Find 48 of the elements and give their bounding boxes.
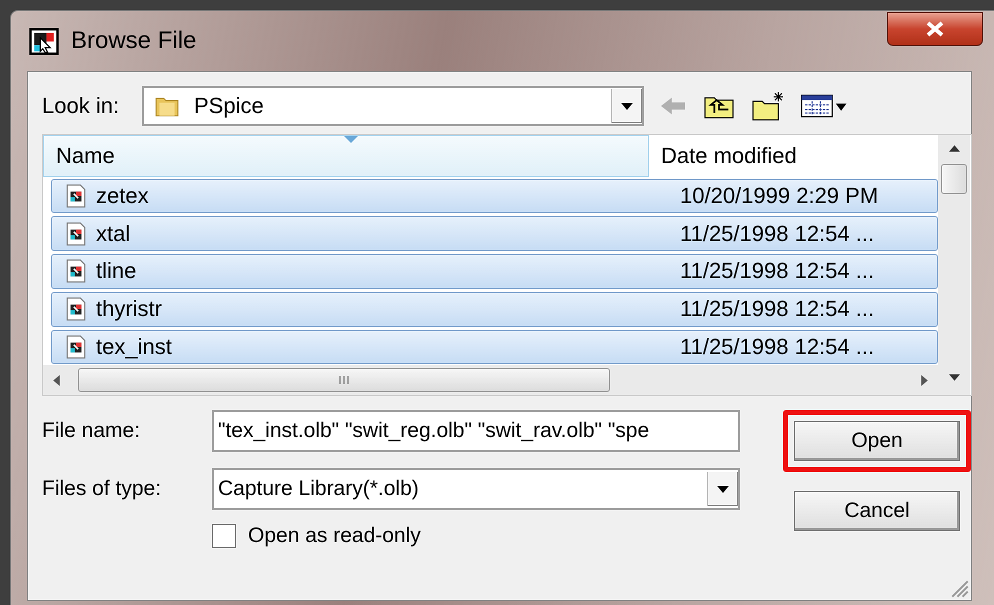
app-icon xyxy=(29,28,59,54)
library-file-icon xyxy=(66,222,86,246)
scroll-right-icon[interactable] xyxy=(921,374,928,386)
library-file-icon xyxy=(66,184,86,208)
look-in-label: Look in: xyxy=(42,93,120,119)
file-date: 11/25/1998 12:54 ... xyxy=(680,334,874,360)
scroll-thumb[interactable] xyxy=(941,164,967,194)
file-date: 11/25/1998 12:54 ... xyxy=(680,220,874,247)
file-row[interactable]: tline 11/25/1998 12:54 ... xyxy=(51,254,938,289)
scroll-up-icon[interactable] xyxy=(948,145,960,152)
scroll-thumb[interactable] xyxy=(78,368,610,392)
scroll-left-icon[interactable] xyxy=(53,374,60,386)
file-date: 11/25/1998 12:54 ... xyxy=(680,296,874,322)
window-title: Browse File xyxy=(71,27,196,55)
read-only-checkbox[interactable] xyxy=(212,524,236,548)
sort-arrow-icon xyxy=(344,136,358,143)
close-icon xyxy=(924,21,946,37)
file-row[interactable]: xtal 11/25/1998 12:54 ... xyxy=(51,216,938,252)
scroll-down-icon[interactable] xyxy=(948,374,960,381)
file-row[interactable]: zetex 10/20/1999 2:29 PM xyxy=(51,178,938,214)
close-button[interactable] xyxy=(887,12,983,46)
file-row[interactable]: thyristr 11/25/1998 12:54 ... xyxy=(51,292,938,327)
file-row[interactable]: tex_inst 11/25/1998 12:54 ... xyxy=(51,330,938,364)
library-file-icon xyxy=(66,334,86,359)
file-name: zetex xyxy=(96,183,149,209)
view-menu-icon[interactable] xyxy=(800,93,848,119)
resize-grip-icon[interactable] xyxy=(951,580,969,598)
name-column-header[interactable]: Name xyxy=(43,135,649,177)
file-type-dropdown[interactable]: Capture Library(*.olb) xyxy=(212,468,740,510)
look-in-value: PSpice xyxy=(194,93,265,119)
date-column-header[interactable]: Date modified xyxy=(649,135,938,177)
open-button[interactable]: Open xyxy=(783,410,971,472)
file-name: thyristr xyxy=(96,296,162,322)
library-file-icon xyxy=(66,297,86,322)
file-name: xtal xyxy=(96,220,130,247)
file-type-label: Files of type: xyxy=(42,477,162,501)
file-name: tex_inst xyxy=(96,334,172,360)
new-folder-icon[interactable] xyxy=(750,91,786,121)
horizontal-scrollbar[interactable] xyxy=(43,365,938,395)
vertical-scrollbar[interactable] xyxy=(938,135,970,395)
library-file-icon xyxy=(66,259,86,284)
file-date: 11/25/1998 12:54 ... xyxy=(680,258,874,284)
file-name: tline xyxy=(96,258,136,284)
file-name-field[interactable]: "tex_inst.olb" "swit_reg.olb" "swit_rav.olb" "spe xyxy=(212,410,740,452)
file-name-label: File name: xyxy=(42,419,142,443)
look-in-dropdown[interactable]: PSpice xyxy=(142,86,644,126)
file-date: 10/20/1999 2:29 PM xyxy=(680,183,878,209)
read-only-label: Open as read-only xyxy=(248,524,421,548)
